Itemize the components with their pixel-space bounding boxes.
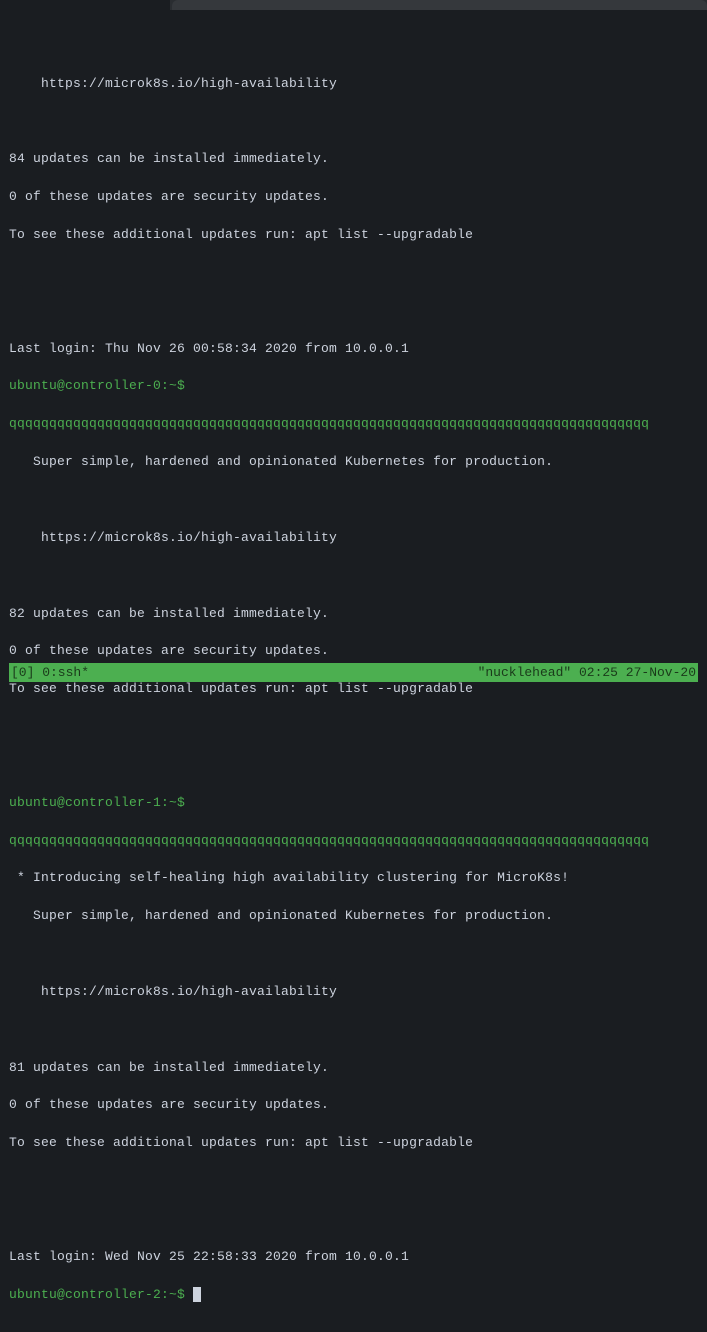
prompt-text: ubuntu@controller-2:~$ [9, 1287, 193, 1302]
blank-line [9, 113, 698, 132]
blank-line [9, 567, 698, 586]
updates-line: 81 updates can be installed immediately. [9, 1059, 698, 1078]
blank-line [9, 37, 698, 56]
pane-divider: qqqqqqqqqqqqqqqqqqqqqqqqqqqqqqqqqqqqqqqq… [9, 832, 698, 851]
blank-line [9, 718, 698, 737]
slogan-line: Super simple, hardened and opinionated K… [9, 453, 698, 472]
cursor [193, 1287, 201, 1302]
blank-line [9, 1210, 698, 1229]
intro-line: * Introducing self-healing high availabi… [9, 869, 698, 888]
blank-line [9, 264, 698, 283]
security-line: 0 of these updates are security updates. [9, 1096, 698, 1115]
prompt-line: ubuntu@controller-1:~$ [9, 794, 698, 813]
last-login-line: Last login: Wed Nov 25 22:58:33 2020 fro… [9, 1248, 698, 1267]
hint-line: To see these additional updates run: apt… [9, 1134, 698, 1153]
prompt-line: ubuntu@controller-0:~$ [9, 377, 698, 396]
url-line: https://microk8s.io/high-availability [9, 75, 698, 94]
hint-line: To see these additional updates run: apt… [9, 226, 698, 245]
blank-line [9, 491, 698, 510]
blank-line [9, 945, 698, 964]
blank-line [9, 756, 698, 775]
slogan-line: Super simple, hardened and opinionated K… [9, 907, 698, 926]
updates-line: 84 updates can be installed immediately. [9, 150, 698, 169]
security-line: 0 of these updates are security updates. [9, 188, 698, 207]
hint-line: To see these additional updates run: apt… [9, 680, 698, 699]
tmux-status-bar: [0] 0:ssh* "nucklehead" 02:25 27-Nov-20 [9, 663, 698, 682]
status-left: [0] 0:ssh* [11, 663, 89, 682]
prompt-line: ubuntu@controller-2:~$ [9, 1286, 698, 1305]
inactive-tab-area[interactable] [172, 0, 707, 10]
blank-line [9, 1021, 698, 1040]
updates-line: 82 updates can be installed immediately. [9, 605, 698, 624]
tab-bar [0, 0, 707, 10]
url-line: https://microk8s.io/high-availability [9, 529, 698, 548]
security-line: 0 of these updates are security updates. [9, 642, 698, 661]
url-line: https://microk8s.io/high-availability [9, 983, 698, 1002]
blank-line [9, 1172, 698, 1191]
status-right: "nucklehead" 02:25 27-Nov-20 [478, 663, 696, 682]
blank-line [9, 302, 698, 321]
pane-divider: qqqqqqqqqqqqqqqqqqqqqqqqqqqqqqqqqqqqqqqq… [9, 415, 698, 434]
active-tab[interactable] [0, 0, 170, 10]
last-login-line: Last login: Thu Nov 26 00:58:34 2020 fro… [9, 340, 698, 359]
